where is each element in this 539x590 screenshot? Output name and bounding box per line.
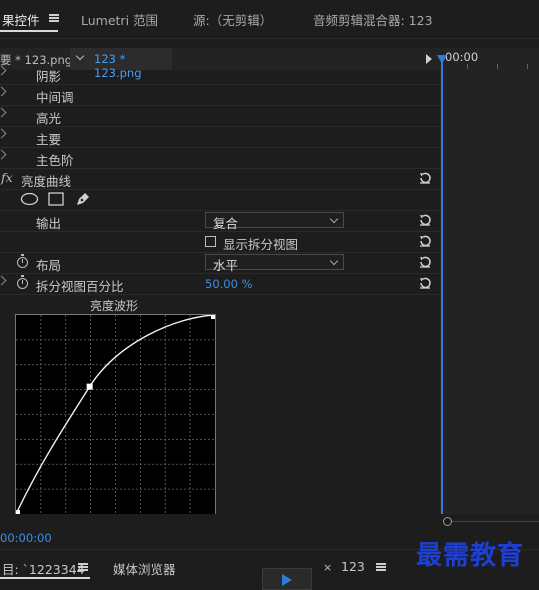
status-row: 00:00:00 (0, 528, 440, 548)
row-split-view[interactable]: 显示拆分视图 (0, 231, 440, 253)
ruler-tick (527, 64, 528, 69)
tab-sequence-123[interactable]: 123 (341, 559, 365, 574)
curve-control-point (86, 383, 93, 390)
close-icon[interactable]: × (323, 561, 332, 574)
mini-timeline[interactable]: 00:00 (440, 48, 539, 526)
stopwatch-icon[interactable] (17, 254, 28, 268)
timeline-scrollbar[interactable] (0, 514, 539, 528)
primary-levels-label: 主色阶 (36, 153, 74, 168)
panel-tab-bar: 果控件 Lumetri 范围 源:（无剪辑） 音频剪辑混合器: 123 (0, 0, 539, 39)
reset-icon[interactable] (418, 213, 432, 227)
row-primary-levels[interactable]: 主色阶 (0, 147, 440, 169)
output-label: 输出 (36, 216, 62, 231)
row-luma-curve[interactable]: fx 亮度曲线 (0, 168, 440, 190)
split-view-label: 显示拆分视图 (223, 237, 299, 252)
ruler-tick (497, 64, 498, 69)
chevron-down-icon[interactable] (75, 51, 85, 61)
zoom-handle-icon[interactable] (443, 517, 452, 526)
panel-menu-icon[interactable] (376, 563, 386, 571)
chevron-right-icon[interactable] (0, 86, 7, 97)
current-timecode[interactable]: 00:00:00 (0, 531, 52, 545)
playhead-line[interactable] (441, 62, 443, 514)
chevron-down-icon (329, 256, 339, 266)
chevron-right-icon[interactable] (0, 275, 7, 286)
rectangle-mask-icon[interactable] (48, 192, 64, 206)
luma-curve-graph[interactable] (15, 314, 216, 515)
split-view-checkbox[interactable] (205, 236, 216, 247)
row-midtones[interactable]: 中间调 (0, 84, 440, 106)
highlights-label: 高光 (36, 111, 62, 126)
tab-media-browser[interactable]: 媒体浏览器 (113, 559, 176, 578)
shadows-label: 阴影 (36, 69, 62, 84)
timeline-timecode: 00:00 (445, 50, 479, 64)
row-highlights[interactable]: 高光 (0, 105, 440, 127)
layout-dropdown[interactable]: 水平 (205, 254, 344, 273)
active-tab-indicator (0, 577, 90, 579)
tab-lumetri-scopes[interactable]: Lumetri 范围 (81, 10, 158, 29)
row-master[interactable]: 主要 (0, 126, 440, 148)
reset-icon[interactable] (418, 171, 432, 185)
tab-source[interactable]: 源:（无剪辑） (193, 10, 272, 29)
tab-project[interactable]: 目: `1223344 (2, 559, 85, 578)
mask-tools-row (0, 189, 440, 211)
panel-menu-icon[interactable] (78, 563, 88, 571)
row-output[interactable]: 输出 复合 (0, 210, 440, 232)
reset-icon[interactable] (418, 255, 432, 269)
split-percent-label: 拆分视图百分比 (36, 279, 124, 294)
scroll-track (452, 521, 539, 522)
waveform-title: 亮度波形 (90, 299, 139, 313)
chevron-right-icon[interactable] (0, 149, 7, 160)
chevron-right-icon[interactable] (0, 128, 7, 139)
tab-audio-clip-mixer[interactable]: 音频剪辑混合器: 123 (313, 10, 433, 29)
chevron-down-icon (329, 214, 339, 224)
row-layout[interactable]: 布局 水平 (0, 252, 440, 274)
luma-curve-label: 亮度曲线 (21, 174, 72, 189)
reset-icon[interactable] (418, 234, 432, 248)
reset-icon[interactable] (418, 276, 432, 290)
curve-canvas[interactable] (16, 315, 215, 514)
chevron-right-icon[interactable] (0, 107, 7, 118)
active-tab-indicator (0, 30, 58, 32)
row-shadows[interactable]: 阴影 (0, 63, 440, 85)
ruler-tick (467, 64, 468, 69)
chevron-right-icon[interactable] (0, 65, 7, 76)
master-label: 主要 (36, 132, 62, 147)
split-percent-value[interactable]: 50.00 % (205, 277, 253, 291)
ellipse-mask-icon[interactable] (20, 192, 39, 206)
output-dropdown[interactable]: 复合 (205, 212, 344, 231)
layout-value: 水平 (213, 258, 239, 273)
fx-icon[interactable]: fx (1, 170, 13, 185)
tab-effect-controls[interactable]: 果控件 (2, 10, 40, 29)
pen-mask-icon[interactable] (75, 191, 91, 207)
panel-menu-icon[interactable] (49, 14, 59, 22)
layout-label: 布局 (36, 258, 62, 273)
stopwatch-icon[interactable] (17, 275, 28, 289)
output-value: 复合 (213, 216, 239, 231)
row-split-percent[interactable]: 拆分视图百分比 50.00 % (0, 273, 440, 295)
tool-panel (262, 568, 312, 590)
selection-tool-icon[interactable] (280, 573, 294, 587)
midtones-label: 中间调 (36, 90, 74, 105)
curve-grid (16, 315, 215, 514)
curve-endpoint-end (211, 315, 215, 319)
watermark-text: 最需教育 (416, 541, 525, 571)
